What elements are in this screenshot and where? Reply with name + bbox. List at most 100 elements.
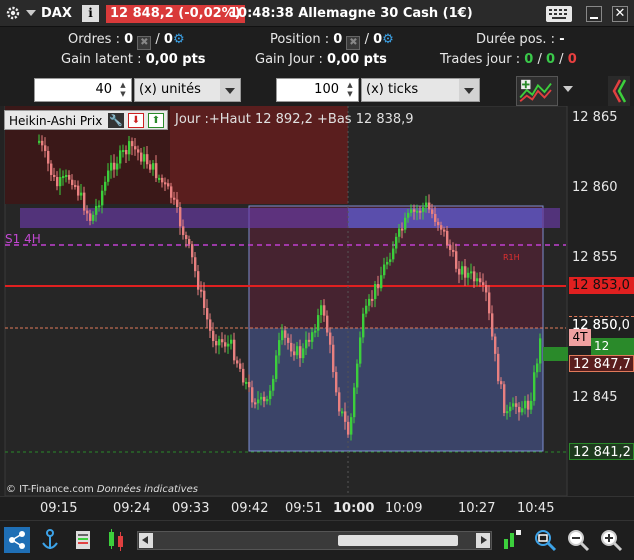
units-value: 40 [95, 82, 112, 97]
candle-body [260, 396, 263, 400]
ticks-stepper[interactable]: 100 ▲ ▼ [276, 78, 359, 102]
scroll-left-icon[interactable] [139, 533, 153, 548]
anchor-icon[interactable] [37, 527, 63, 553]
chart-toolbar: 40 ▲ ▼ (x) unités 100 ▲ ▼ (x) ticks [0, 73, 634, 106]
trades-sep-1: / [533, 52, 546, 67]
position-sep: / [360, 32, 374, 47]
candle-body [479, 278, 482, 283]
trading-window: DAX i 12 848,2 (-0,02%) 10:48:38 Allemag… [0, 0, 634, 560]
candle-body [398, 228, 401, 237]
info-icon[interactable]: i [82, 5, 99, 22]
candle-body [524, 400, 527, 409]
share-icon[interactable] [4, 527, 30, 553]
candle-body [488, 292, 491, 314]
candle-body [422, 207, 425, 212]
zoom-in-icon[interactable] [598, 527, 624, 553]
candle-body [95, 206, 98, 215]
candles-icon[interactable] [103, 527, 129, 553]
units-spin-arrows-icon[interactable]: ▲ ▼ [117, 81, 129, 99]
add-indicator-icon[interactable] [516, 76, 558, 106]
candle-body [98, 205, 101, 208]
instrument-name[interactable]: DAX [41, 6, 72, 21]
candle-body [506, 411, 509, 414]
candle-body [404, 217, 407, 230]
candle-body [77, 185, 80, 196]
y-tick-label: 12 860 [572, 180, 618, 195]
candle-body [68, 174, 71, 180]
zoom-fit-icon[interactable] [532, 527, 558, 553]
units-stepper[interactable]: 40 ▲ ▼ [34, 78, 132, 102]
candle-body [341, 411, 344, 414]
price-chart[interactable]: Heikin-Ashi Prix 🔧 ⬇ ⬆ Jour :+Haut 12 89… [0, 106, 634, 496]
trades-value-a: 0 [524, 52, 534, 67]
move-indicator-icon[interactable]: ⬆ [148, 113, 164, 128]
candle-body [257, 399, 260, 404]
candle-body [140, 152, 143, 162]
candle-body [194, 257, 197, 272]
candle-body [89, 213, 92, 221]
candle-body [419, 210, 422, 213]
candle-body [215, 341, 218, 346]
trades-label: Trades jour : [440, 52, 525, 67]
layers-icon[interactable] [70, 527, 96, 553]
menu-chevron-down-icon[interactable] [26, 10, 36, 16]
candle-body [521, 408, 524, 413]
candle-body [206, 307, 209, 320]
close-position-icon[interactable]: ✖ [346, 36, 361, 50]
candle-body [446, 230, 449, 246]
wrench-icon[interactable]: 🔧 [108, 113, 124, 128]
orders-sep: / [151, 32, 164, 47]
orders-settings-icon[interactable]: ⚙ [173, 32, 185, 47]
low-price-badge: 12 841,2 [569, 443, 634, 460]
candle-body [248, 381, 251, 388]
candle-body [323, 305, 326, 316]
candle-body [266, 398, 269, 402]
units-dropdown-icon[interactable] [220, 79, 240, 101]
close-icon[interactable]: ✕ [612, 6, 628, 22]
candle-body [431, 209, 434, 214]
position-settings-icon[interactable]: ⚙ [382, 32, 394, 47]
units-select[interactable]: (x) unités [134, 78, 241, 102]
chart-canvas[interactable] [0, 106, 634, 496]
y-tick-label: 12 855 [572, 250, 618, 265]
scroll-thumb[interactable] [338, 535, 458, 546]
candle-body [188, 239, 191, 245]
candle-body [530, 400, 533, 410]
indicator-menu-chevron-icon[interactable] [563, 86, 573, 92]
candle-body [332, 344, 335, 373]
candle-body [236, 360, 239, 364]
indicator-label[interactable]: Heikin-Ashi Prix 🔧 ⬇ ⬆ [4, 110, 168, 130]
zoom-out-icon[interactable] [565, 527, 591, 553]
candle-body [137, 149, 140, 153]
chart-tool-icon[interactable] [499, 527, 525, 553]
candle-body [284, 330, 287, 338]
remove-indicator-icon[interactable]: ⬇ [128, 113, 144, 128]
candle-body [218, 339, 221, 346]
ticks-dropdown-icon[interactable] [459, 79, 479, 101]
gear-icon[interactable] [5, 5, 21, 21]
side-panel-toggle-icon[interactable] [608, 76, 630, 106]
watermark-note: Données indicatives [96, 484, 198, 495]
candle-body [320, 305, 323, 316]
candle-body [104, 181, 107, 191]
trades-value-b: 0 [546, 52, 556, 67]
candle-body [164, 182, 167, 185]
close-orders-icon[interactable]: ✖ [137, 36, 152, 50]
candle-body [311, 332, 314, 342]
candle-body [344, 411, 347, 422]
ticks-spin-arrows-icon[interactable]: ▲ ▼ [344, 81, 356, 99]
candle-body [515, 403, 518, 407]
candle-body [491, 313, 494, 337]
time-scrollbar[interactable] [137, 531, 492, 550]
minimize-icon[interactable] [586, 6, 602, 22]
candle-body [242, 368, 245, 383]
candle-body [128, 141, 131, 155]
candle-body [209, 319, 212, 331]
ticks-select-value: (x) ticks [366, 82, 419, 97]
candle-body [386, 261, 389, 265]
candle-body [170, 186, 173, 198]
candle-body [245, 381, 248, 384]
scroll-right-icon[interactable] [476, 533, 490, 548]
keyboard-icon[interactable] [546, 6, 572, 22]
ticks-select[interactable]: (x) ticks [361, 78, 480, 102]
